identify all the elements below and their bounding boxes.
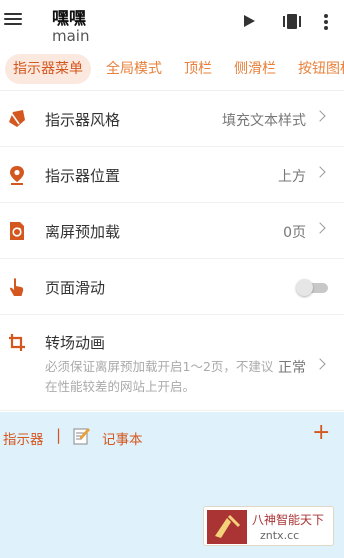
touch-hand-icon <box>9 278 24 296</box>
document-refresh-icon <box>10 222 24 240</box>
play-icon[interactable] <box>244 15 255 27</box>
setting-description: 必须保证离屏预加载开启1～2页，不建议在性能较差的网站上开启。 <box>45 359 274 394</box>
setting-value: 0页 <box>283 225 306 241</box>
memo-icon <box>73 428 90 445</box>
tab-button-icons[interactable]: 按钮图标 <box>298 54 344 84</box>
watermark-text: 八神智能天下 <box>252 513 325 527</box>
setting-label: 转场动画 <box>45 334 106 352</box>
chevron-right-icon <box>314 110 326 122</box>
more-options-icon[interactable] <box>320 14 332 32</box>
page-scroll-toggle[interactable] <box>296 279 328 296</box>
panel-separator: | <box>56 426 62 444</box>
tabs-switcher-icon[interactable] <box>283 14 301 29</box>
location-pin-icon <box>10 166 24 185</box>
setting-label: 指示器风格 <box>45 111 121 129</box>
watermark: 八神智能天下 zntx.cc <box>203 506 334 546</box>
menu-icon[interactable] <box>4 10 22 26</box>
setting-value: 填充文本样式 <box>222 113 306 129</box>
add-button[interactable]: + <box>312 422 330 444</box>
chevron-right-icon <box>314 358 326 370</box>
crop-icon <box>9 334 25 351</box>
setting-indicator-style[interactable]: 指示器风格 填充文本样式 <box>0 91 344 147</box>
panel-notepad-link[interactable]: 记事本 <box>102 428 143 448</box>
setting-value: 正常 <box>278 360 306 376</box>
app-subtitle: main <box>52 27 90 45</box>
tab-side-drawer[interactable]: 侧滑栏 <box>234 54 276 84</box>
app-bar: 嘿嘿 main <box>0 0 344 48</box>
tab-global-mode[interactable]: 全局模式 <box>106 54 162 84</box>
setting-label: 页面滑动 <box>45 279 106 297</box>
setting-label: 指示器位置 <box>45 167 121 185</box>
tab-top-bar[interactable]: 顶栏 <box>184 54 212 84</box>
setting-transition-animation[interactable]: 转场动画 必须保证离屏预加载开启1～2页，不建议在性能较差的网站上开启。 正常 <box>0 315 344 411</box>
chevron-right-icon <box>314 166 326 178</box>
setting-value: 上方 <box>278 169 306 185</box>
setting-offscreen-preload[interactable]: 离屏预加载 0页 <box>0 203 344 259</box>
tab-indicator-menu[interactable]: 指示器菜单 <box>5 54 91 84</box>
setting-label: 离屏预加载 <box>45 223 121 241</box>
panel-indicator-link[interactable]: 指示器 <box>3 428 44 448</box>
watermark-logo-icon <box>207 510 247 544</box>
setting-indicator-position[interactable]: 指示器位置 上方 <box>0 147 344 203</box>
app-title: 嘿嘿 <box>52 9 86 29</box>
tab-strip: 指示器菜单 全局模式 顶栏 侧滑栏 按钮图标 <box>0 52 344 86</box>
chevron-right-icon <box>314 222 326 234</box>
tag-icon <box>9 110 25 127</box>
watermark-url: zntx.cc <box>260 529 300 542</box>
setting-page-scroll[interactable]: 页面滑动 <box>0 259 344 315</box>
